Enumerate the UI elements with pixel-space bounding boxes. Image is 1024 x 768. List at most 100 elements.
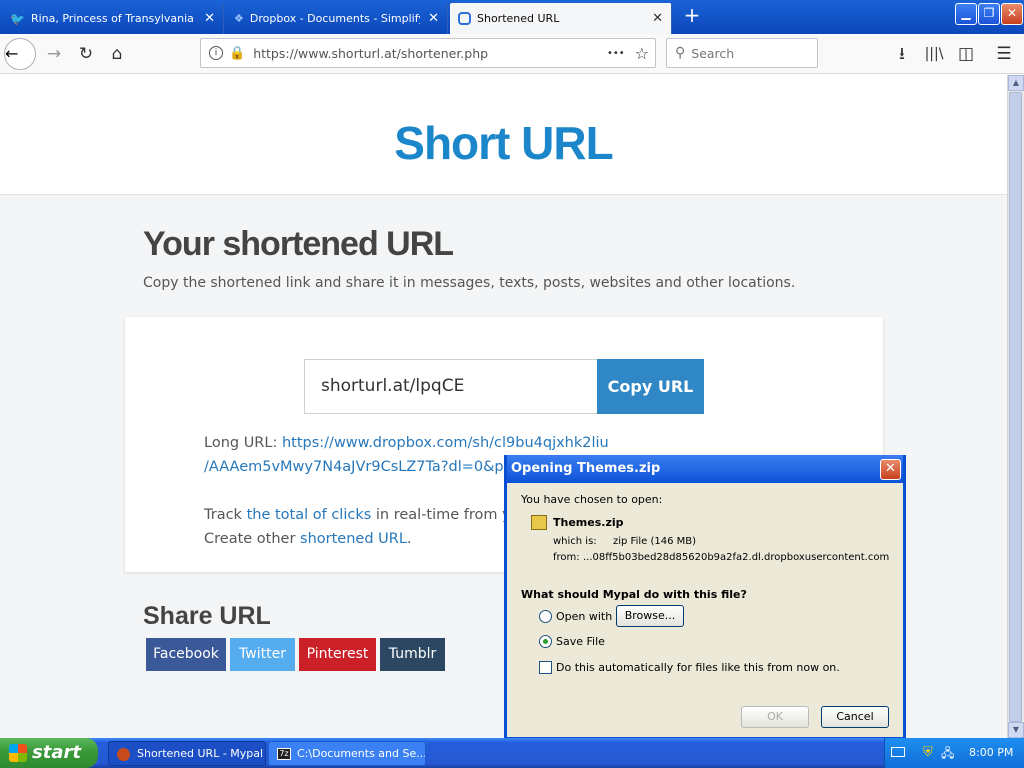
library-icon: |||\: [924, 46, 944, 62]
facebook-share-button[interactable]: Facebook: [146, 638, 226, 671]
info-icon[interactable]: i: [209, 46, 223, 60]
ok-button[interactable]: OK: [741, 706, 809, 728]
close-tab-icon[interactable]: ✕: [652, 11, 663, 26]
home-icon: ⌂: [111, 44, 123, 64]
total-clicks-link[interactable]: the total of clicks: [247, 507, 372, 523]
new-tab-icon[interactable]: +: [680, 4, 704, 28]
share-heading: Share URL: [143, 602, 271, 630]
search-placeholder: Search: [691, 45, 735, 61]
scrollbar-thumb[interactable]: [1009, 92, 1022, 722]
auto-action-checkbox[interactable]: [539, 661, 552, 674]
tab-shortened-url[interactable]: Shortened URL ✕: [450, 3, 672, 34]
dialog-title[interactable]: Opening Themes.zip: [507, 455, 903, 483]
page-actions-icon[interactable]: •••: [607, 48, 625, 59]
long-url-line: Long URL: https://www.dropbox.com/sh/cl9…: [204, 431, 609, 455]
start-button[interactable]: start: [0, 738, 98, 768]
close-tab-icon[interactable]: ✕: [428, 11, 439, 26]
page-subtitle: Copy the shortened link and share it in …: [143, 275, 796, 291]
track-prefix: Track: [204, 507, 242, 523]
open-with-radio[interactable]: [539, 610, 552, 623]
track-line: Track the total of clicks in real-time f…: [204, 503, 535, 527]
minimize-icon[interactable]: ▁: [955, 3, 977, 25]
menu-button[interactable]: ☰: [990, 40, 1018, 68]
create-line: Create other shortened URL.: [204, 527, 412, 551]
browse-button[interactable]: Browse...: [616, 605, 684, 627]
long-url-link-continued[interactable]: /AAAem5vMwy7N4aJVr9CsLZ7Ta?dl=0&previ: [204, 459, 531, 475]
windows-logo-icon: [9, 744, 27, 762]
twitter-share-button[interactable]: Twitter: [230, 638, 295, 671]
taskbar-item-mypal[interactable]: Shortened URL - Mypal: [108, 741, 266, 766]
file-type-label: which is:: [553, 536, 597, 547]
tab-dropbox[interactable]: ❖ Dropbox - Documents - Simplify yo ✕: [226, 3, 448, 34]
forward-button[interactable]: →: [40, 40, 68, 68]
close-tab-icon[interactable]: ✕: [204, 11, 215, 26]
download-icon: ⭳: [899, 44, 905, 64]
search-icon: ⚲: [675, 45, 686, 61]
shortened-url-link[interactable]: shortened URL: [300, 531, 407, 547]
scroll-down-arrow-icon[interactable]: ▼: [1008, 722, 1024, 738]
short-url-input[interactable]: shorturl.at/lpqCE: [304, 359, 598, 414]
window-close-icon[interactable]: ✕: [1001, 3, 1023, 25]
zip-file-icon: [531, 515, 547, 530]
twitter-icon: 🐦: [10, 11, 25, 26]
file-name: Themes.zip: [553, 516, 624, 529]
shorturl-icon: [458, 12, 471, 25]
dropbox-icon: ❖: [234, 12, 244, 25]
taskbar-item-label: C:\Documents and Se...: [297, 747, 426, 760]
home-button[interactable]: ⌂: [103, 40, 131, 68]
hamburger-icon: ☰: [996, 44, 1012, 64]
network-icon[interactable]: 🖧: [941, 738, 954, 768]
clock[interactable]: 8:00 PM: [969, 738, 1013, 768]
save-file-label[interactable]: Save File: [556, 635, 605, 648]
pinterest-share-button[interactable]: Pinterest: [299, 638, 376, 671]
create-prefix: Create other: [204, 531, 296, 547]
scroll-up-arrow-icon[interactable]: ▲: [1008, 75, 1024, 91]
long-url-line-2: /AAAem5vMwy7N4aJVr9CsLZ7Ta?dl=0&previ: [204, 455, 531, 479]
tumblr-share-button[interactable]: Tumblr: [380, 638, 445, 671]
reload-button[interactable]: ↻: [72, 40, 100, 68]
system-tray: ⛨ 🖧 8:00 PM: [884, 738, 1024, 768]
taskbar-item-7zip[interactable]: 7z C:\Documents and Se...: [268, 741, 426, 766]
sidebar-button[interactable]: ◫: [952, 40, 980, 68]
copy-url-button[interactable]: Copy URL: [597, 359, 704, 414]
taskbar-item-label: Shortened URL - Mypal: [137, 747, 264, 760]
library-button[interactable]: |||\: [920, 40, 948, 68]
search-bar[interactable]: ⚲ Search: [666, 38, 818, 68]
dialog-intro: You have chosen to open:: [521, 493, 663, 506]
tab-twitter[interactable]: 🐦 Rina, Princess of Transylvania (@ ✕: [2, 3, 224, 34]
url-text[interactable]: https://www.shorturl.at/shortener.php: [253, 46, 607, 61]
tab-title: Shortened URL: [477, 12, 560, 25]
create-suffix: .: [406, 531, 412, 547]
mypal-icon: [117, 748, 130, 761]
sidebar-icon: ◫: [957, 44, 975, 64]
long-url-link[interactable]: https://www.dropbox.com/sh/cl9bu4qjxhk2l…: [282, 435, 609, 451]
site-logo[interactable]: Short URL: [0, 75, 1007, 170]
7zip-icon: 7z: [277, 748, 291, 760]
arrow-right-icon: →: [46, 44, 62, 64]
downloads-button[interactable]: ⭳: [888, 40, 916, 68]
bookmark-star-icon[interactable]: ☆: [635, 44, 649, 63]
dialog-question: What should Mypal do with this file?: [521, 588, 747, 601]
cancel-button[interactable]: Cancel: [821, 706, 889, 728]
long-url-label: Long URL:: [204, 435, 278, 451]
tab-title: Dropbox - Documents - Simplify yo: [249, 12, 420, 25]
back-button[interactable]: ←: [4, 38, 36, 70]
keyboard-icon[interactable]: [891, 747, 905, 757]
reload-icon: ↻: [78, 44, 94, 64]
save-file-radio[interactable]: [539, 635, 552, 648]
lock-icon: 🔒: [229, 45, 246, 61]
tab-title: Rina, Princess of Transylvania (@: [30, 12, 197, 25]
file-source-value: ...08ff5b03bed28d85620b9a2fa2.dl.dropbox…: [583, 552, 890, 563]
file-type-value: zip File (146 MB): [613, 536, 697, 547]
url-bar[interactable]: i 🔒 https://www.shorturl.at/shortener.ph…: [200, 38, 656, 68]
download-dialog: Opening Themes.zip ✕ You have chosen to …: [504, 455, 906, 740]
restore-icon[interactable]: ❐: [978, 3, 1000, 25]
page-title: Your shortened URL: [143, 225, 454, 263]
auto-action-label[interactable]: Do this automatically for files like thi…: [556, 661, 840, 674]
dialog-close-icon[interactable]: ✕: [880, 459, 901, 480]
security-shield-icon[interactable]: ⛨: [923, 738, 933, 768]
site-header: Short URL: [0, 75, 1007, 195]
open-with-label[interactable]: Open with: [556, 610, 612, 623]
arrow-left-icon: ←: [5, 44, 19, 63]
start-label: start: [32, 742, 81, 763]
